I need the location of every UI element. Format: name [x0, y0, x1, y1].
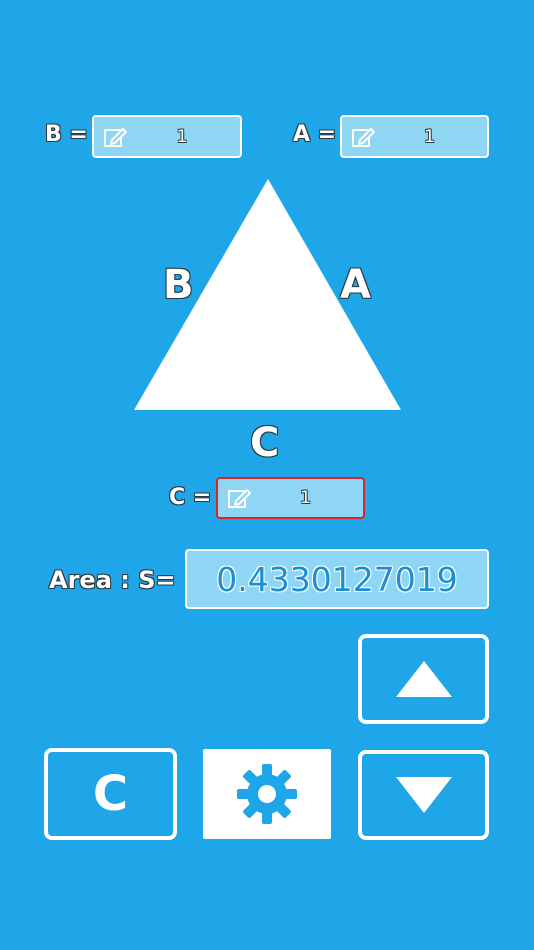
- side-b-label: B =: [45, 122, 88, 147]
- settings-button[interactable]: [203, 749, 331, 839]
- area-label: Area : S=: [49, 566, 176, 594]
- side-a-value: 1: [424, 126, 435, 147]
- triangle-side-b-label: B: [163, 262, 194, 308]
- decrease-button[interactable]: [358, 750, 489, 840]
- side-b-field[interactable]: 1: [92, 115, 242, 158]
- side-b-value: 1: [176, 126, 188, 147]
- triangle-up-icon: [395, 661, 452, 697]
- side-c-field[interactable]: 1: [216, 477, 365, 519]
- side-c-label: C =: [169, 485, 212, 510]
- area-result: 0.4330127019: [185, 549, 489, 609]
- side-a-field[interactable]: 1: [340, 115, 489, 158]
- edit-icon: [352, 127, 375, 147]
- side-a-label: A =: [293, 122, 337, 147]
- clear-button-label: C: [92, 766, 129, 822]
- edit-icon: [104, 127, 127, 147]
- clear-button[interactable]: C: [44, 748, 177, 840]
- area-value: 0.4330127019: [216, 559, 458, 599]
- triangle-side-a-label: A: [340, 262, 371, 308]
- edit-icon: [228, 489, 251, 508]
- increase-button[interactable]: [358, 634, 489, 724]
- gear-icon: [237, 764, 297, 824]
- triangle-down-icon: [395, 777, 452, 813]
- side-c-value: 1: [300, 488, 311, 508]
- triangle-side-c-label: C: [250, 420, 280, 466]
